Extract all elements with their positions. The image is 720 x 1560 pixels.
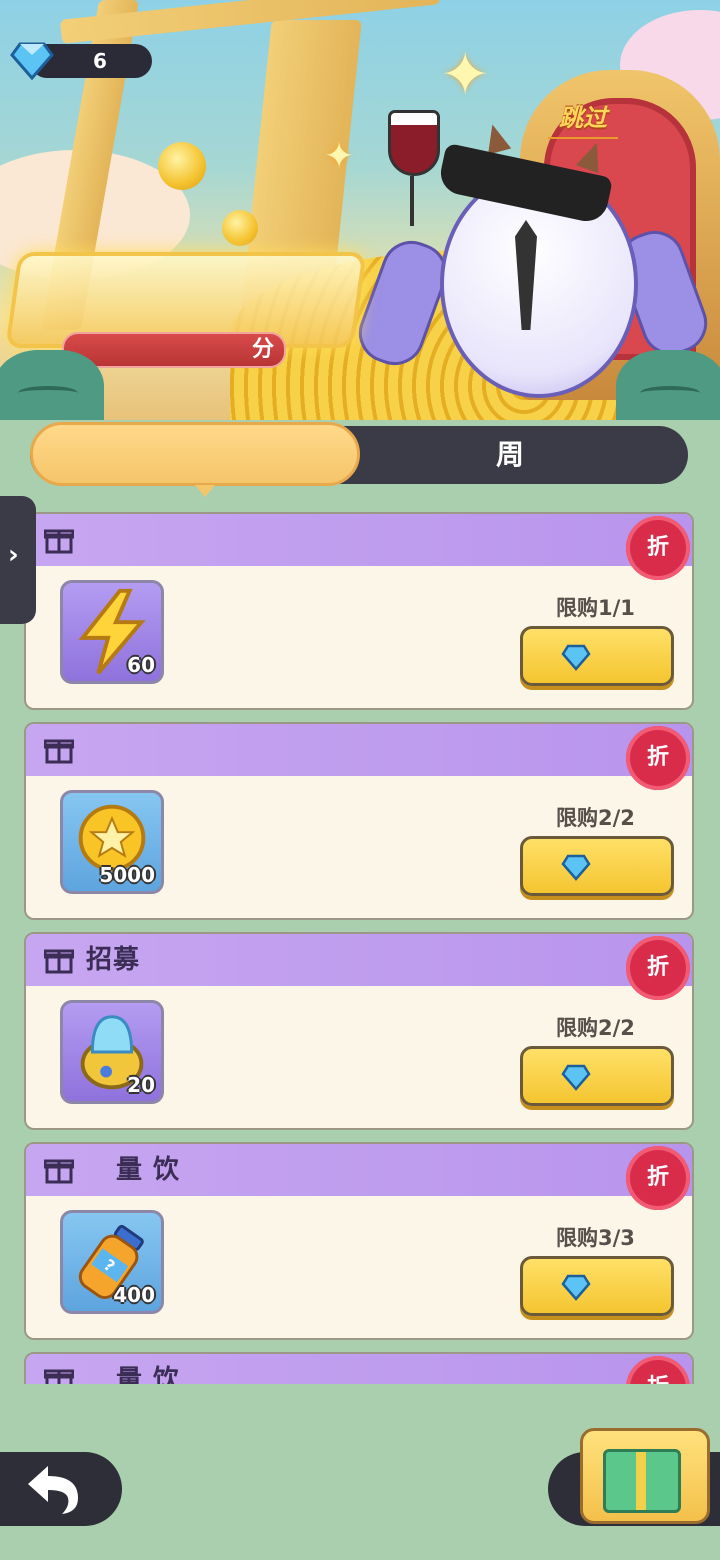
buy-button[interactable] (520, 1046, 674, 1106)
coin-decoration (222, 210, 258, 246)
sparkle-icon: ✦ (324, 136, 355, 177)
offer-list[interactable]: 折 60 限购1/1 折 5000 限购2/2 招募 折 20 限购2/2 量 … (24, 512, 696, 1384)
discount-badge: 折 (626, 1146, 690, 1210)
item-slot[interactable]: 60 (60, 580, 164, 684)
offer-title: 量 饮 (116, 1365, 181, 1384)
discount-badge: 折 (626, 516, 690, 580)
diamond-icon (561, 854, 591, 881)
gift-icon (44, 1159, 74, 1184)
purchase-limit: 限购2/2 (556, 806, 635, 830)
offer-card: 量 饮 折 (24, 1352, 694, 1384)
card-header: 量 饮 (26, 1354, 692, 1384)
gift-icon (44, 1369, 74, 1384)
bush-decoration (0, 350, 104, 420)
gift-icon (44, 529, 74, 554)
wine-glass (388, 110, 440, 230)
score-suffix: 分 (251, 337, 274, 362)
item-slot[interactable]: 5000 (60, 790, 164, 894)
diamond-icon (10, 42, 54, 80)
tab-weekly[interactable]: 周 (360, 426, 660, 484)
offer-card: 折 60 限购1/1 (24, 512, 694, 710)
skip-button[interactable]: 跳过 (548, 98, 618, 139)
card-header: 招募 (26, 934, 692, 986)
offer-title: 招募 (86, 945, 141, 975)
gift-button[interactable] (580, 1428, 710, 1524)
buy-button[interactable] (520, 836, 674, 896)
gift-icon (44, 739, 74, 764)
item-slot[interactable]: ? 400 (60, 1210, 164, 1314)
diamond-icon (561, 1064, 591, 1091)
sparkle-icon: ✦ (440, 40, 491, 110)
discount-badge: 折 (626, 936, 690, 1000)
gift-icon (44, 949, 74, 974)
score-bar: 分 (62, 332, 286, 368)
item-quantity: 60 (127, 653, 155, 677)
purchase-limit: 限购3/3 (556, 1226, 635, 1250)
card-header (26, 514, 692, 566)
purchase-limit: 限购2/2 (556, 1016, 635, 1040)
offer-title: 量 饮 (116, 1155, 181, 1185)
purchase-limit: 限购1/1 (556, 596, 635, 620)
offer-card: 折 5000 限购2/2 (24, 722, 694, 920)
diamond-icon (561, 644, 591, 671)
card-header (26, 724, 692, 776)
buy-button[interactable] (520, 1256, 674, 1316)
offer-card: 量 饮 折 ? 400 限购3/3 (24, 1142, 694, 1340)
gift-box-icon (603, 1449, 681, 1513)
diamond-icon (561, 1274, 591, 1301)
card-header: 量 饮 (26, 1144, 692, 1196)
item-quantity: 400 (113, 1283, 155, 1307)
tab-daily[interactable] (30, 422, 360, 497)
back-button[interactable] (0, 1452, 122, 1526)
buy-button[interactable] (520, 626, 674, 686)
gem-count: 6 (93, 49, 107, 73)
back-arrow-icon (28, 1466, 78, 1514)
offer-card: 招募 折 20 限购2/2 (24, 932, 694, 1130)
coin-decoration (158, 142, 206, 190)
item-slot[interactable]: 20 (60, 1000, 164, 1104)
item-quantity: 20 (127, 1073, 155, 1097)
discount-badge: 折 (626, 726, 690, 790)
item-quantity: 5000 (99, 863, 155, 887)
chevron-right-icon: › (8, 540, 19, 570)
bush-decoration (616, 350, 720, 420)
side-expand-button[interactable]: › (0, 496, 36, 624)
